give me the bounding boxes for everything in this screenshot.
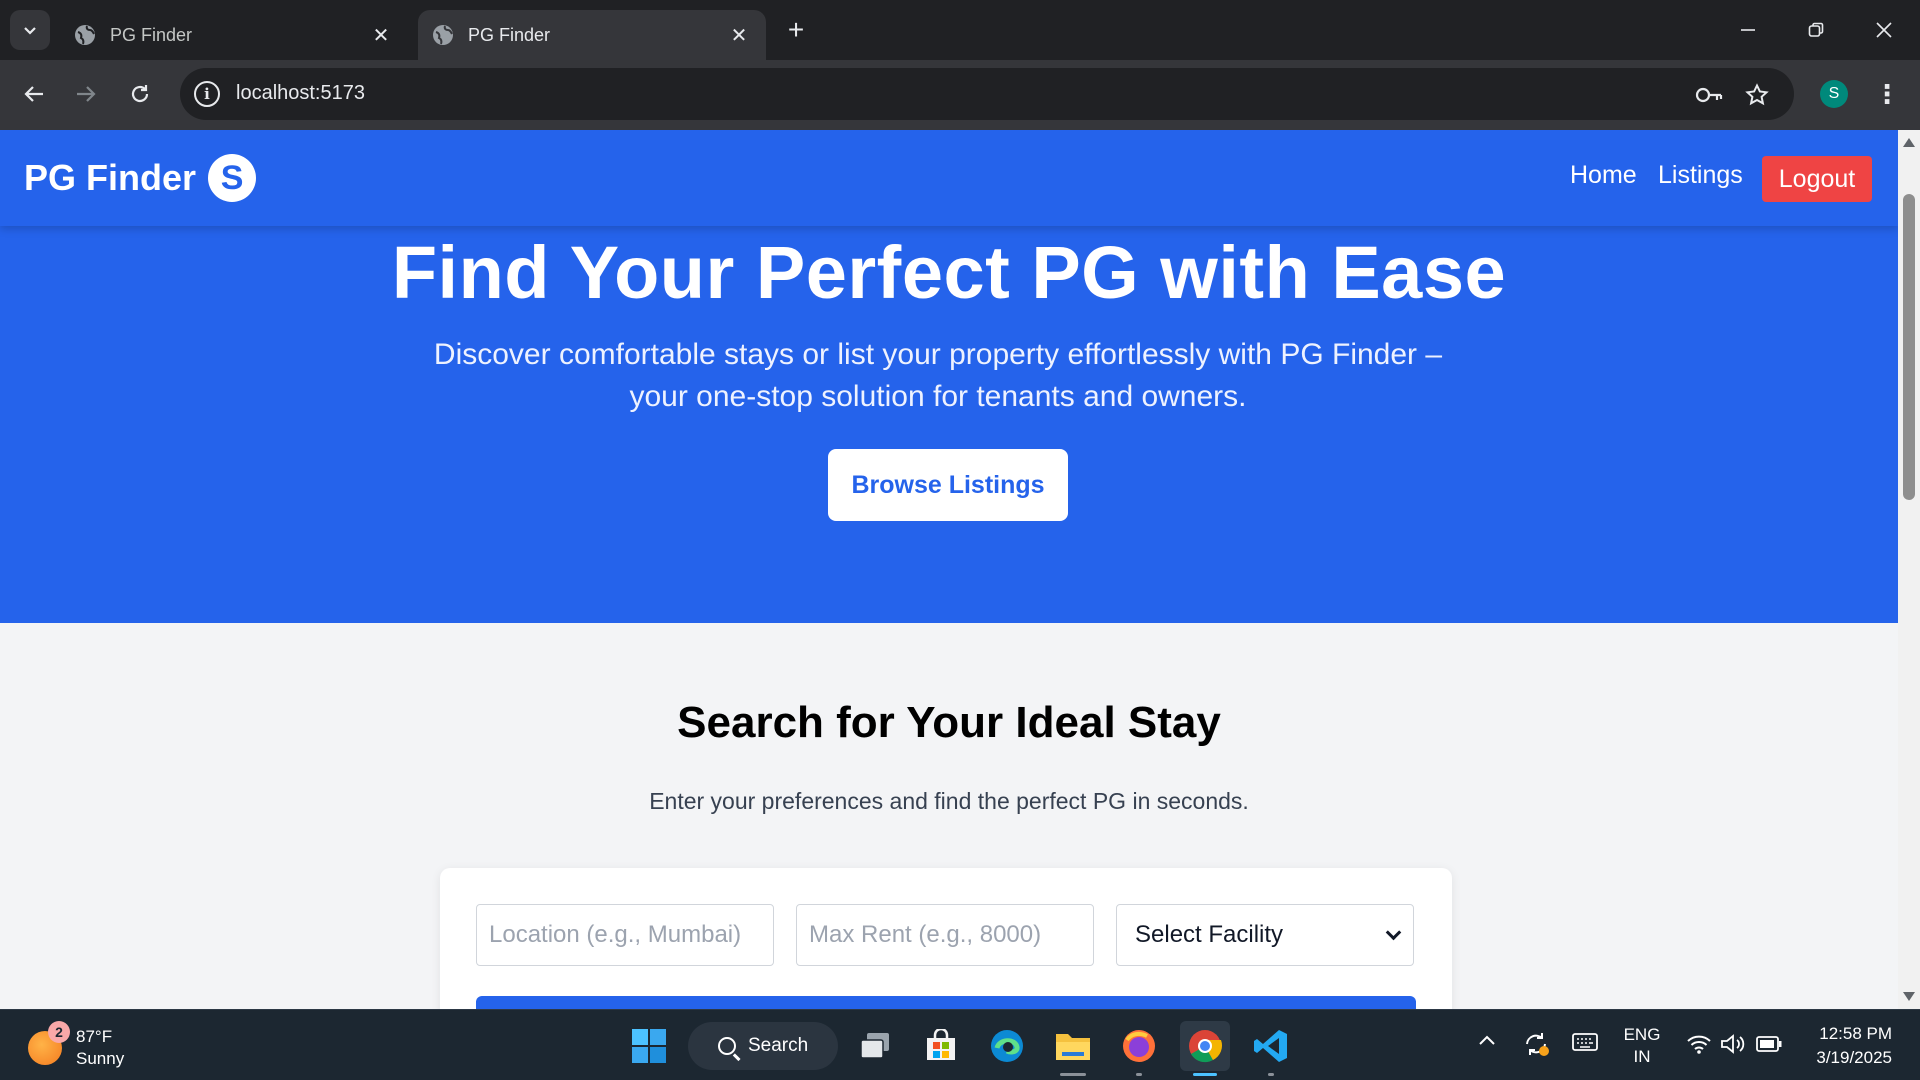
minimize-button[interactable]	[1720, 8, 1776, 52]
nav-link-home[interactable]: Home	[1570, 161, 1637, 190]
arrow-left-icon	[24, 86, 43, 102]
back-button[interactable]	[14, 74, 54, 114]
language-indicator[interactable]: ENG IN	[1622, 1024, 1662, 1068]
touch-keyboard-icon[interactable]	[1572, 1032, 1598, 1057]
chevron-up-icon	[1479, 1035, 1495, 1045]
password-key-icon[interactable]	[1694, 80, 1724, 110]
temperature: 87°F	[76, 1027, 113, 1046]
scroll-up-arrow-icon[interactable]	[1903, 138, 1915, 147]
weather-widget[interactable]: 2 87°F Sunny	[28, 1021, 125, 1070]
firefox-indicator	[1136, 1073, 1142, 1076]
search-icon	[718, 1037, 736, 1055]
show-hidden-icons-button[interactable]	[1478, 1032, 1496, 1055]
reload-icon	[131, 85, 149, 103]
reload-button[interactable]	[120, 74, 160, 114]
search-button[interactable]	[476, 996, 1416, 1009]
volume-icon[interactable]	[1720, 1033, 1746, 1060]
page-scrollbar[interactable]	[1898, 130, 1920, 1009]
browser-tabstrip: PG Finder ✕ PG Finder ✕ +	[0, 0, 1920, 60]
chrome-button[interactable]	[1180, 1021, 1230, 1071]
weather-condition: Sunny	[76, 1049, 125, 1068]
file-explorer-indicator	[1060, 1073, 1086, 1076]
url-text[interactable]: localhost:5173	[236, 82, 365, 105]
globe-icon	[433, 25, 453, 45]
tab-search-menu-button[interactable]	[10, 10, 50, 50]
wifi-icon[interactable]	[1686, 1033, 1712, 1060]
search-section-subtitle: Enter your preferences and find the perf…	[649, 788, 1249, 814]
browser-menu-icon[interactable]: ⋮	[1872, 74, 1902, 114]
windows-taskbar: 2 87°F Sunny Search ENG IN 12:58 PM 3/19…	[0, 1009, 1920, 1080]
search-section-title: Search for Your Ideal Stay	[677, 698, 1221, 747]
location-input[interactable]: Location (e.g., Mumbai)	[476, 904, 774, 966]
close-window-button[interactable]	[1856, 8, 1912, 52]
nav-link-listings[interactable]: Listings	[1658, 161, 1743, 190]
site-info-icon[interactable]: i	[194, 81, 220, 107]
weather-badge: 2	[48, 1021, 70, 1043]
chrome-indicator	[1193, 1073, 1217, 1076]
arrow-right-icon	[77, 86, 96, 102]
brand-badge: S	[208, 154, 257, 202]
firefox-button[interactable]	[1114, 1021, 1164, 1071]
taskbar-search[interactable]: Search	[688, 1022, 838, 1070]
close-tab-icon[interactable]: ✕	[368, 22, 394, 48]
tab-title: PG Finder	[110, 24, 193, 45]
max-rent-input[interactable]: Max Rent (e.g., 8000)	[796, 904, 1094, 966]
browser-tab[interactable]: PG Finder ✕	[60, 10, 408, 60]
close-tab-icon[interactable]: ✕	[726, 22, 752, 48]
vscode-icon	[1254, 1030, 1287, 1062]
scrollbar-thumb[interactable]	[1903, 194, 1915, 500]
chevron-down-icon	[1385, 924, 1402, 941]
address-bar[interactable]: i localhost:5173	[180, 68, 1794, 120]
firefox-icon	[1123, 1030, 1155, 1062]
clock-date: 3/19/2025	[1816, 1048, 1892, 1067]
logout-button[interactable]: Logout	[1762, 156, 1872, 202]
close-icon	[1876, 22, 1892, 38]
sync-status-icon[interactable]	[1522, 1030, 1550, 1063]
new-tab-button[interactable]: +	[780, 14, 812, 46]
clock-time: 12:58 PM	[1819, 1024, 1892, 1043]
hero-title: Find Your Perfect PG with Ease	[391, 231, 1507, 314]
restore-button[interactable]	[1788, 8, 1844, 52]
store-icon	[927, 1029, 955, 1060]
task-view-icon	[860, 1033, 889, 1059]
language-region: IN	[1633, 1047, 1651, 1066]
browse-listings-button[interactable]: Browse Listings	[828, 449, 1068, 521]
start-button[interactable]	[624, 1021, 674, 1071]
minimize-icon	[1741, 29, 1755, 31]
task-view-button[interactable]	[850, 1021, 900, 1071]
page-viewport: PG Finder S Home Listings Logout Find Yo…	[0, 130, 1898, 1009]
hero-subtitle: Discover comfortable stays or list your …	[433, 338, 1443, 413]
microsoft-store-button[interactable]	[916, 1021, 966, 1071]
edge-icon	[991, 1030, 1023, 1062]
restore-icon	[1808, 22, 1824, 37]
file-explorer-button[interactable]	[1048, 1021, 1098, 1071]
vscode-indicator	[1268, 1073, 1274, 1076]
battery-icon[interactable]	[1756, 1035, 1782, 1058]
scroll-down-arrow-icon[interactable]	[1903, 992, 1915, 1001]
sun-icon: 2	[28, 1021, 70, 1065]
chevron-down-icon	[24, 27, 36, 35]
language-code: ENG	[1623, 1025, 1661, 1044]
edge-button[interactable]	[982, 1021, 1032, 1071]
vscode-button[interactable]	[1246, 1021, 1296, 1071]
taskbar-search-label: Search	[748, 1035, 809, 1056]
forward-button[interactable]	[66, 74, 106, 114]
globe-icon	[75, 25, 95, 45]
browser-toolbar: i localhost:5173 S ⋮	[0, 60, 1920, 130]
browser-tab-active[interactable]: PG Finder ✕	[418, 10, 766, 60]
chrome-icon	[1189, 1030, 1223, 1063]
bookmark-star-icon[interactable]	[1742, 80, 1772, 110]
brand-name: PG Finder	[24, 157, 197, 198]
site-navbar: PG Finder S Home Listings Logout	[0, 130, 1898, 226]
taskbar-clock[interactable]: 12:58 PM 3/19/2025	[1800, 1022, 1892, 1070]
folder-icon	[1056, 1034, 1090, 1060]
search-form-card: Location (e.g., Mumbai) Max Rent (e.g., …	[440, 868, 1452, 1009]
profile-avatar[interactable]: S	[1820, 80, 1848, 108]
tab-title: PG Finder	[468, 24, 551, 45]
windows-logo-icon	[632, 1029, 666, 1063]
facility-select[interactable]: Select Facility	[1116, 904, 1414, 966]
brand-logo[interactable]: PG Finder S	[24, 154, 257, 202]
facility-select-value: Select Facility	[1135, 921, 1284, 948]
hero-section: Find Your Perfect PG with Ease Discover …	[0, 226, 1898, 623]
